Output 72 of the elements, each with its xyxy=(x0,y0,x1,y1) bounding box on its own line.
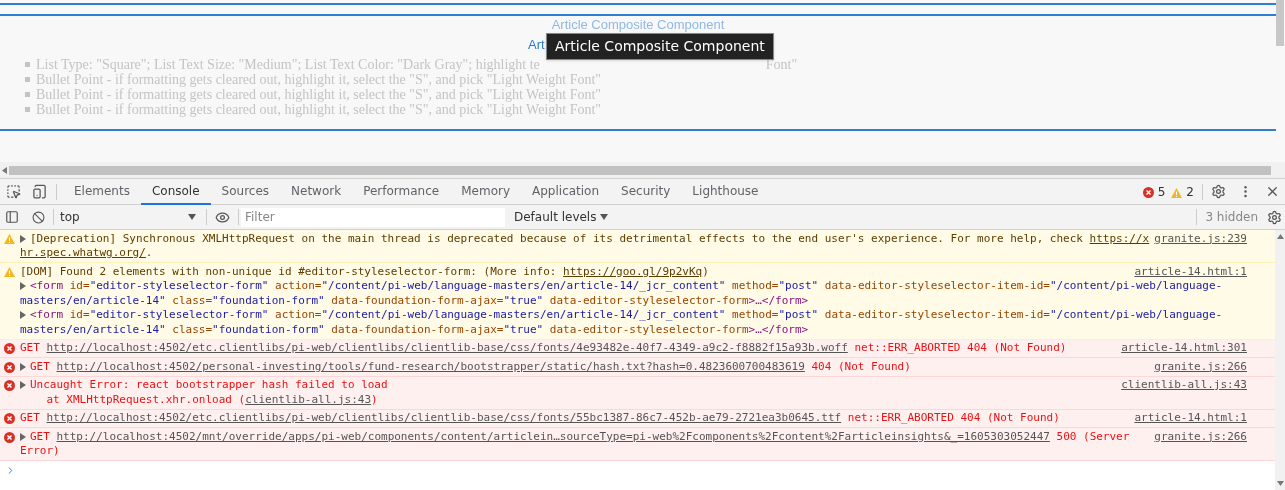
component-title[interactable]: Art xyxy=(528,37,545,52)
message-text: GET http://localhost:4502/personal-investing/tools/fund-research/bootstrapper/static/hash.txt?hash=0.4823600700483619 404 (Not Found) xyxy=(30,359,911,374)
expand-triangle-icon[interactable] xyxy=(20,362,26,371)
close-icon[interactable] xyxy=(1265,184,1280,199)
hidden-count: 3 hidden xyxy=(1205,209,1258,226)
devtools-tab[interactable]: Elements xyxy=(63,178,141,205)
devtools-tab[interactable]: Lighthouse xyxy=(681,178,770,205)
list-bullet xyxy=(25,107,30,112)
message-text: masters/en/article-14" class="foundation-form" data-foundation-form-ajax="true" data-editor-styleselector-form>…</form> xyxy=(20,293,809,308)
message-text: Uncaught Error: react bootstrapper hash failed to load xyxy=(30,378,388,393)
error-icon xyxy=(1142,187,1154,198)
settings-icon[interactable] xyxy=(1267,209,1282,225)
link[interactable]: http://localhost:4502/etc.clientlibs/pi-web/clientlibs/clientlib-base/css/fonts/55bc1387-86c7-452b-ae79-2721ea3b0645.ttf xyxy=(46,411,842,424)
error-count[interactable]: 5 xyxy=(1157,182,1166,201)
vertical-scrollbar[interactable] xyxy=(1276,0,1284,46)
message-text: GET http://localhost:4502/etc.clientlibs/pi-web/clientlibs/clientlib-base/css/fonts/55bc1387-86c7-452b-ae79-2721ea3b0645.ttf net::ERR_ABORTED 404 (Not Found) xyxy=(20,411,1060,426)
filter-field[interactable]: Filter xyxy=(241,207,505,227)
dropdown-caret-icon[interactable] xyxy=(188,214,196,220)
link[interactable]: http://localhost:4502/mnt/override/apps/pi-web/components/content/articlein…sourceType=pi-web%2Fcomponents%2Fcontent%2Farticleinsights&_=1605303052447 xyxy=(56,429,1050,443)
message-text: Error) xyxy=(20,444,60,459)
source-link[interactable]: article-14.html:301 xyxy=(1121,341,1247,356)
scroll-up-arrow-icon[interactable] xyxy=(1276,234,1284,239)
devtools-tab[interactable]: Performance xyxy=(352,178,451,205)
devtools-tab[interactable]: Sources xyxy=(210,178,281,205)
link[interactable]: https://x xyxy=(1089,231,1150,245)
device-toolbar-icon[interactable] xyxy=(32,184,47,199)
warning-count[interactable]: 2 xyxy=(1186,182,1194,201)
message-text: GET http://localhost:4502/etc.clientlibs/pi-web/clientlibs/clientlib-base/css/fonts/4e93482e-40f7-4349-a9c2-f8882f15a93b.woff net::ERR_ABORTED 404 (Not Found) xyxy=(20,341,1067,356)
message-text: GET http://localhost:4502/mnt/override/apps/pi-web/components/content/articlein…sourceType=pi-web%2Fcomponents%2Fcontent%2Farticleinsights&_=1605303052447 500 (Server xyxy=(30,429,1130,444)
source-link[interactable]: granite.js:266 xyxy=(1154,359,1247,374)
message-text: at XMLHttpRequest.xhr.onload (clientlib-all.js:43) xyxy=(45,392,378,407)
link[interactable]: https://goo.gl/9p2vKq xyxy=(563,264,703,278)
settings-icon[interactable] xyxy=(1211,184,1226,199)
source-link[interactable]: granite.js:266 xyxy=(1154,429,1247,444)
message-text: hr.spec.whatwg.org/. xyxy=(20,246,153,261)
devtools-tab[interactable]: Application xyxy=(521,178,611,205)
eye-icon[interactable] xyxy=(215,209,230,225)
dropdown-caret-icon[interactable] xyxy=(600,214,609,220)
list-bullet xyxy=(25,62,30,67)
context-select[interactable]: top xyxy=(60,208,198,226)
expand-triangle-icon[interactable] xyxy=(20,311,26,319)
message-text: <form id="editor-styleselector-form" action="/content/pi-web/language-masters/en/article-14/_jcr_content" method="post" data-editor-styleselector-item-id="/content/pi-web/language- xyxy=(30,279,1223,294)
expand-triangle-icon[interactable] xyxy=(20,432,26,441)
source-link[interactable]: clientlib-all.js:43 xyxy=(1121,378,1247,393)
devtools-tab[interactable]: Memory xyxy=(450,178,521,205)
inspect-icon[interactable] xyxy=(6,184,21,199)
link[interactable]: http://localhost:4502/etc.clientlibs/pi-web/clientlibs/clientlib-base/css/fonts/4e93482e-40f7-4349-a9c2-f8882f15a93b.woff xyxy=(46,341,848,354)
link[interactable]: hr.spec.whatwg.org/ xyxy=(20,246,146,259)
message-text: [Deprecation] Synchronous XMLHttpRequest on the main thread is deprecated because of its detrimental effects to the end user's experience. For more help, check https://x xyxy=(30,231,1150,246)
message-text: <form id="editor-styleselector-form" action="/content/pi-web/language-masters/en/article-14/_jcr_content" method="post" data-editor-styleselector-item-id="/content/pi-web/language- xyxy=(30,308,1223,323)
scroll-left-arrow-icon[interactable] xyxy=(2,166,7,174)
expand-triangle-icon[interactable] xyxy=(20,234,26,243)
list-bullet xyxy=(25,92,30,97)
warning-icon xyxy=(1171,187,1183,198)
source-link[interactable]: article-14.html:1 xyxy=(1134,411,1247,426)
message-text: masters/en/article-14" class="foundation-form" data-foundation-form-ajax="true" data-editor-styleselector-form>…</form> xyxy=(20,322,809,337)
expand-triangle-icon[interactable] xyxy=(20,282,26,290)
expand-triangle-icon[interactable] xyxy=(20,381,26,389)
devtools-tab[interactable]: Security xyxy=(610,178,682,205)
link[interactable]: clientlib-all.js:43 xyxy=(245,392,371,406)
list-bullet xyxy=(25,77,30,82)
devtools-tab[interactable]: Network xyxy=(280,178,353,205)
tooltip: Article Composite Component xyxy=(546,33,774,60)
horizontal-scrollbar[interactable] xyxy=(9,165,1271,175)
scroll-down-arrow-icon[interactable] xyxy=(1276,481,1284,486)
sidebar-toggle-icon[interactable] xyxy=(5,210,19,224)
link[interactable]: http://localhost:4502/personal-investing/tools/fund-research/bootstrapper/static/hash.txt?hash=0.4823600700483619 xyxy=(56,359,805,373)
clear-console-icon[interactable] xyxy=(32,210,45,224)
message-text: [DOM] Found 2 elements with non-unique id #editor-styleselector-form: (More info: https://goo.gl/9p2vKq) xyxy=(20,264,709,279)
log-levels-dropdown[interactable]: Default levels xyxy=(514,208,609,226)
source-link[interactable]: granite.js:239 xyxy=(1154,231,1247,246)
source-link[interactable]: article-14.html:1 xyxy=(1134,264,1247,279)
